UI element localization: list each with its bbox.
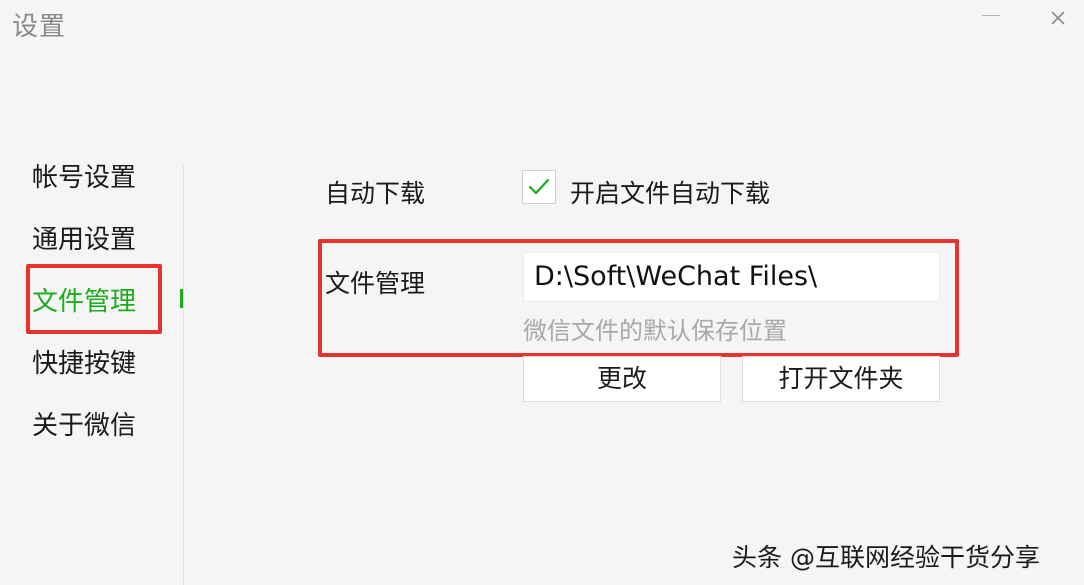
window-title: 设置 — [12, 12, 67, 42]
open-folder-button[interactable]: 打开文件夹 — [742, 356, 940, 402]
settings-window: 设置 帐号设置 通用设置 文件管理 快捷按键 关于微信 自动下载 开启文件自动下… — [0, 0, 1084, 585]
close-icon — [1051, 11, 1065, 25]
sidebar-item-shortcuts[interactable]: 快捷按键 — [32, 343, 136, 380]
minimize-icon — [982, 15, 1000, 16]
highlight-box-nav — [26, 264, 162, 334]
sidebar-item-account-settings[interactable]: 帐号设置 — [32, 157, 136, 194]
sidebar-item-general-settings[interactable]: 通用设置 — [32, 219, 136, 256]
watermark-text: 头条 @互联网经验干货分享 — [732, 543, 1040, 572]
change-button[interactable]: 更改 — [523, 356, 721, 402]
auto-download-checkbox-label[interactable]: 开启文件自动下载 — [570, 174, 770, 210]
sidebar-divider — [183, 165, 184, 585]
auto-download-checkbox[interactable] — [522, 170, 556, 204]
minimize-button[interactable] — [976, 8, 1006, 28]
close-button[interactable] — [1044, 4, 1072, 32]
auto-download-label: 自动下载 — [325, 179, 426, 208]
check-icon — [528, 178, 550, 195]
sidebar-item-about-wechat[interactable]: 关于微信 — [32, 405, 136, 442]
highlight-box-file-management — [318, 239, 959, 357]
